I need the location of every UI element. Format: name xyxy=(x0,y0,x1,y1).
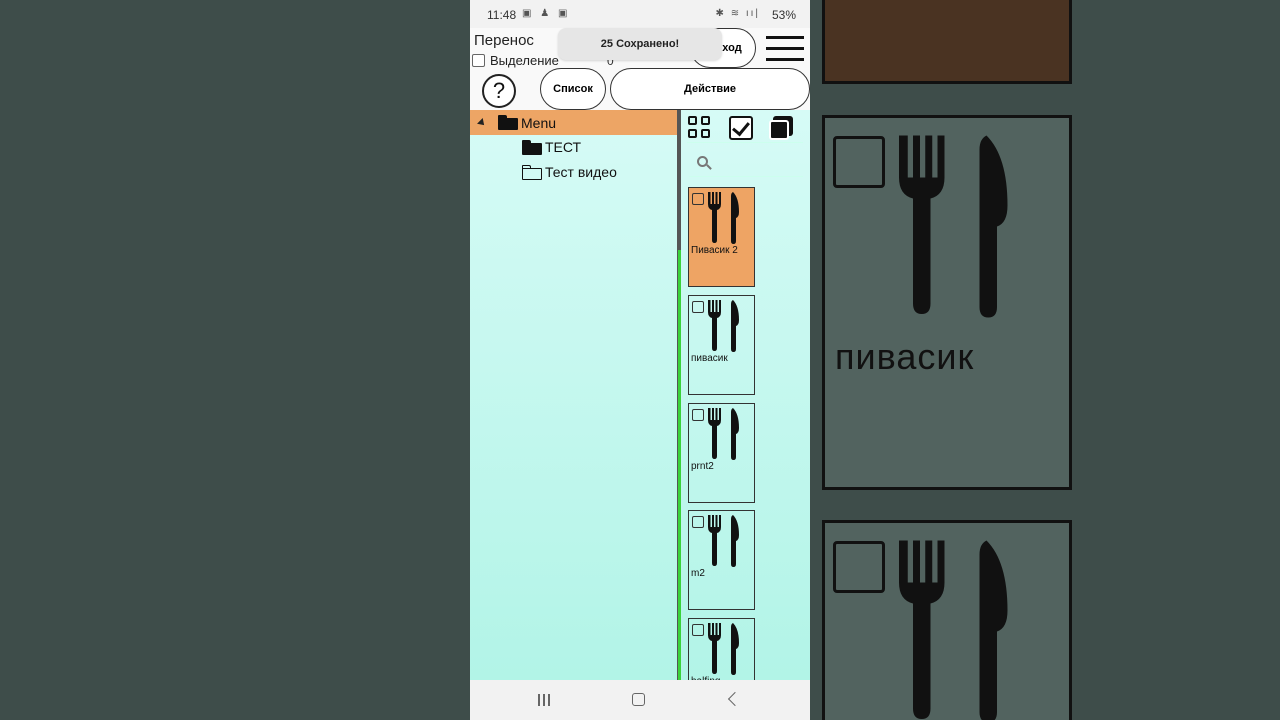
item-label: m2 xyxy=(691,568,705,579)
item-card[interactable]: m2 xyxy=(688,510,755,610)
home-icon[interactable] xyxy=(632,693,645,706)
background-checkbox-icon xyxy=(833,136,885,188)
item-checkbox[interactable] xyxy=(692,624,704,636)
item-label: пивасик xyxy=(691,353,728,364)
saved-toast: 25 Сохранено! xyxy=(558,28,722,60)
background-checkbox-icon xyxy=(833,541,885,593)
folder-tree: Menu ТЕСТ Тест видео xyxy=(470,110,678,680)
background-cutlery-icon xyxy=(899,135,1008,318)
item-label: prnt2 xyxy=(691,461,714,472)
search-underline xyxy=(689,176,803,177)
search-icon[interactable] xyxy=(697,156,713,172)
item-card[interactable]: prnt2 xyxy=(688,403,755,503)
cutlery-icon xyxy=(708,515,739,567)
notification-icons: ▣ ♟ ▣ xyxy=(522,8,571,19)
item-card[interactable]: пивасик xyxy=(688,295,755,395)
selection-checkbox[interactable] xyxy=(472,54,485,67)
item-label: Пивасик 2 xyxy=(691,245,738,256)
background-card xyxy=(822,520,1072,720)
folder-outline-icon xyxy=(522,164,542,180)
hamburger-menu-icon[interactable] xyxy=(766,36,804,64)
status-bar: 11:48 ▣ ♟ ▣ ✱ ≋ ıı| 53% xyxy=(470,0,810,28)
tree-item-label: Тест видео xyxy=(545,164,617,180)
cutlery-icon xyxy=(708,192,739,244)
items-panel: Пивасик 2 пивасик prnt2 m2 xyxy=(681,110,810,718)
battery-level: 53% xyxy=(771,8,796,22)
tree-item-test-video[interactable]: Тест видео xyxy=(522,164,617,180)
selection-label: Выделение xyxy=(490,53,559,68)
background-card-brown xyxy=(822,0,1072,84)
recent-apps-icon[interactable] xyxy=(538,694,552,706)
tree-root-menu[interactable]: Menu xyxy=(470,110,678,135)
item-checkbox[interactable] xyxy=(692,193,704,205)
cutlery-icon xyxy=(708,300,739,352)
back-icon[interactable] xyxy=(727,691,743,707)
item-checkbox[interactable] xyxy=(692,301,704,313)
help-button[interactable]: ? xyxy=(482,74,516,108)
expand-triangle-icon[interactable] xyxy=(477,117,487,128)
folder-icon xyxy=(522,139,542,155)
select-all-icon[interactable] xyxy=(729,116,753,140)
tree-root-label: Menu xyxy=(521,114,557,131)
tree-item-test[interactable]: ТЕСТ xyxy=(522,139,581,155)
item-checkbox[interactable] xyxy=(692,409,704,421)
cutlery-icon xyxy=(708,408,739,460)
system-nav-bar xyxy=(470,680,810,720)
connectivity-icons: ✱ ≋ ıı| xyxy=(715,8,760,19)
copy-stack-icon[interactable] xyxy=(769,116,793,140)
cutlery-icon xyxy=(708,623,739,675)
background-cutlery-icon xyxy=(899,540,1008,720)
top-toolbar: Перенос Выделение 0 ход 25 Сохранено! ? … xyxy=(470,28,810,110)
selection-row[interactable]: Выделение xyxy=(472,53,559,68)
background-card-label: пивасик xyxy=(835,336,975,377)
item-card[interactable]: Пивасик 2 xyxy=(688,187,755,287)
move-label: Перенос xyxy=(474,32,534,49)
status-time: 11:48 xyxy=(487,8,517,22)
action-button[interactable]: Действие xyxy=(610,68,810,110)
phone-screen: 11:48 ▣ ♟ ▣ ✱ ≋ ıı| 53% Перенос Выделени… xyxy=(470,0,810,720)
list-button[interactable]: Список xyxy=(540,68,606,110)
grid-view-icon[interactable] xyxy=(688,116,712,140)
screen: пивасик 11:48 ▣ ♟ ▣ ✱ ≋ ıı| 53% Перенос … xyxy=(0,0,1280,720)
toolbar-divider xyxy=(687,142,803,143)
background-card: пивасик xyxy=(822,115,1072,490)
tree-item-label: ТЕСТ xyxy=(545,139,582,155)
item-checkbox[interactable] xyxy=(692,516,704,528)
folder-icon xyxy=(498,115,518,130)
